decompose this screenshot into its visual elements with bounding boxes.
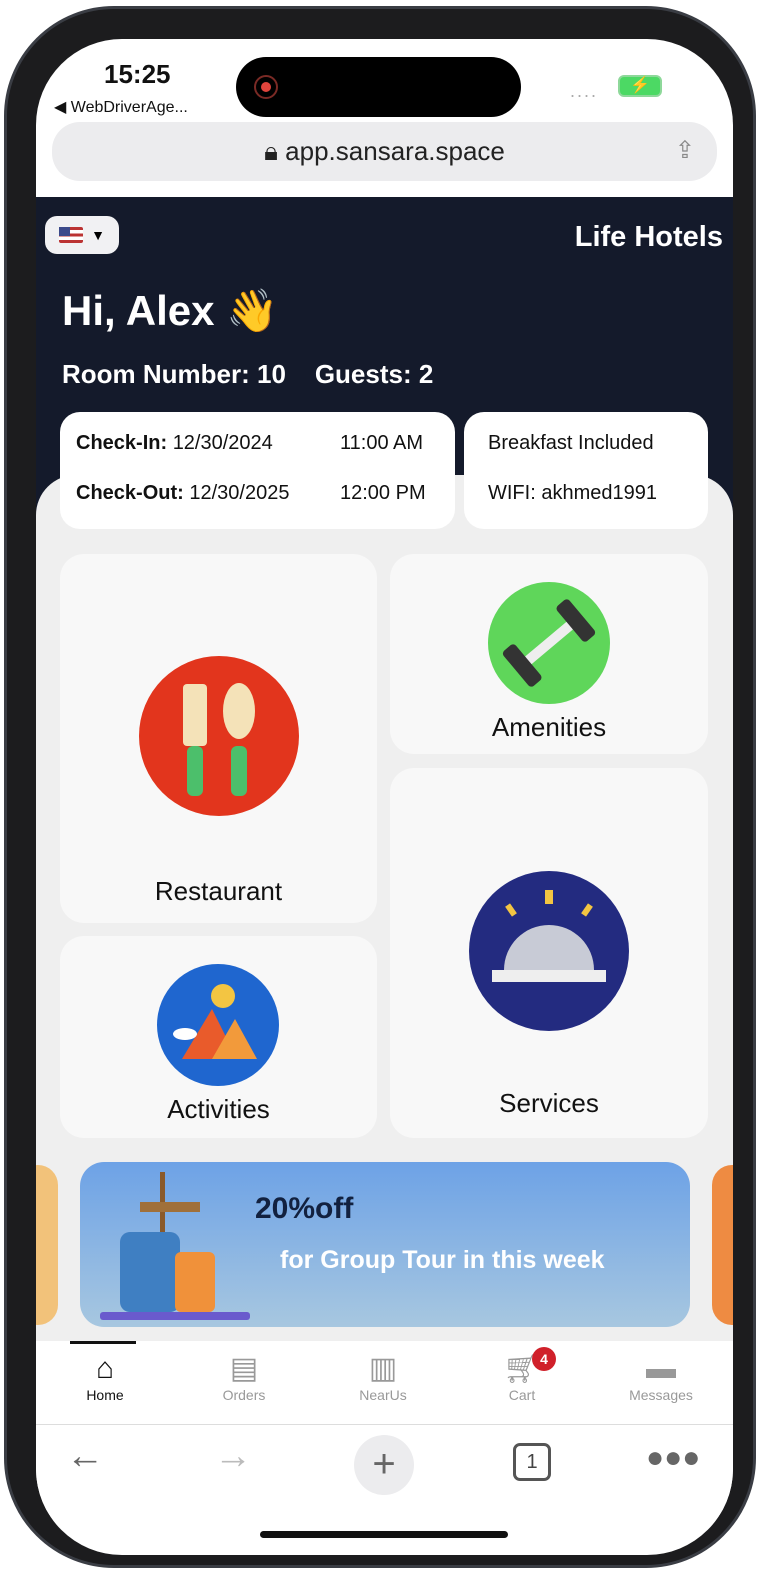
address-bar[interactable]: 🔒︎ app.sansara.space ⇪ [52, 122, 717, 181]
cart-badge: 4 [532, 1347, 556, 1371]
battery-charging-icon: ⚡ [618, 75, 662, 97]
bottom-tab-bar: ⌂ Home ▤ Orders ▥ NearUs 🛒︎ Cart 4 ▬ Messages [36, 1341, 733, 1425]
checkout-time: 12:00 PM [340, 482, 426, 504]
tile-label: Amenities [491, 712, 607, 742]
lock-icon: 🔒︎ [264, 136, 286, 166]
map-icon: ▥ [368, 1352, 398, 1385]
promo-banner[interactable]: 20%off for Group Tour in this week [80, 1162, 690, 1327]
home-icon: ⌂ [95, 1352, 115, 1385]
tab-nearus[interactable]: ▥ NearUs [333, 1351, 433, 1403]
checkin-label: Check-In: [76, 432, 168, 454]
mountain-pin-icon [157, 964, 279, 1086]
tile-amenities[interactable]: Amenities [390, 554, 708, 754]
active-tab-indicator [70, 1341, 136, 1344]
promo-title: 20%off [255, 1192, 354, 1225]
checkin-date: 12/30/2024 [172, 432, 273, 454]
tile-label: Activities [167, 1094, 270, 1124]
us-flag-icon [59, 227, 84, 243]
receipt-icon: ▤ [229, 1352, 259, 1385]
tile-activities[interactable]: Activities [60, 936, 377, 1138]
tab-cart[interactable]: 🛒︎ Cart 4 [472, 1347, 572, 1403]
recording-icon [254, 75, 278, 99]
back-to-app-link[interactable]: ◀ WebDriverAge... [54, 97, 188, 117]
home-indicator [260, 1531, 508, 1538]
forward-arrow-icon[interactable]: → [214, 1435, 252, 1478]
stay-extras-card: Breakfast Included WIFI: akhmed1991 [464, 412, 708, 529]
screen: 15:25 ◀ WebDriverAge... .... ⚡ 🔒︎ app.sa… [36, 39, 733, 1555]
checkin-time: 11:00 AM [340, 432, 424, 454]
carousel-next-slide[interactable] [712, 1165, 733, 1325]
more-icon[interactable]: ●●● [646, 1441, 700, 1475]
signal-icon: .... [570, 81, 599, 101]
checkout-label: Check-Out: [76, 482, 184, 504]
service-bell-icon [469, 871, 629, 1031]
promo-subtitle: for Group Tour in this week [280, 1246, 605, 1274]
tab-orders[interactable]: ▤ Orders [194, 1351, 294, 1403]
breakfast-info: Breakfast Included [488, 432, 654, 454]
tile-label: Restaurant [154, 876, 283, 906]
phone-frame: 15:25 ◀ WebDriverAge... .... ⚡ 🔒︎ app.sa… [4, 6, 756, 1568]
tile-restaurant[interactable]: Restaurant [60, 554, 377, 923]
tabs-button[interactable]: 1 [513, 1443, 551, 1481]
message-icon: ▬ [646, 1352, 676, 1385]
share-icon[interactable]: ⇪ [675, 136, 695, 165]
tile-label: Services [499, 1088, 599, 1118]
browser-toolbar: ← → + 1 ●●● [36, 1425, 733, 1515]
wifi-info: WIFI: akhmed1991 [488, 482, 657, 504]
chevron-down-icon: ▼ [91, 227, 105, 243]
cart-icon: 🛒︎ [502, 1352, 542, 1385]
tab-home[interactable]: ⌂ Home [55, 1351, 155, 1403]
stay-dates-card: Check-In: 12/30/2024 11:00 AM Check-Out:… [60, 412, 455, 529]
status-time: 15:25 [104, 59, 171, 89]
back-arrow-icon[interactable]: ← [66, 1435, 104, 1478]
dynamic-island [236, 57, 521, 117]
travel-luggage-illustration [100, 1172, 250, 1320]
room-number: Room Number: 10 [62, 359, 286, 389]
url-text: app.sansara.space [285, 136, 505, 166]
tab-messages[interactable]: ▬ Messages [611, 1351, 711, 1403]
dumbbell-icon [488, 582, 610, 704]
checkout-date: 12/30/2025 [189, 482, 290, 504]
room-info: Room Number: 10 Guests: 2 [62, 359, 433, 390]
tile-services[interactable]: Services [390, 768, 708, 1138]
new-tab-plus-icon[interactable]: + [354, 1435, 414, 1495]
hotel-name: Life Hotels [574, 221, 723, 253]
greeting: Hi, Alex 👋 [62, 287, 279, 334]
guests-count: Guests: 2 [314, 359, 434, 389]
carousel-prev-slide[interactable] [36, 1165, 58, 1325]
fork-spoon-icon [139, 656, 299, 816]
language-selector[interactable]: ▼ [45, 216, 119, 254]
